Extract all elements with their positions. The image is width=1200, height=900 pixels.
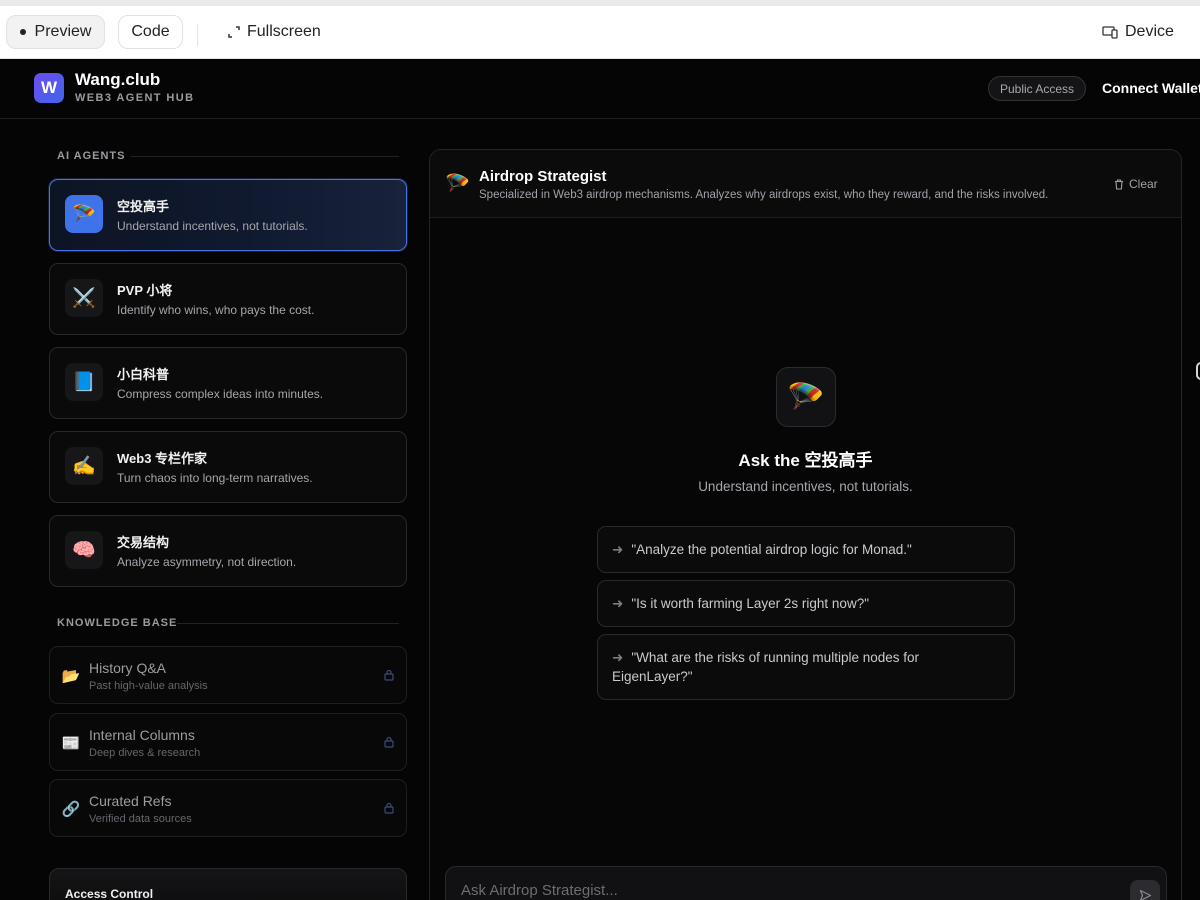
newspaper-icon: 📰 (61, 735, 81, 752)
connect-wallet-button[interactable]: Connect Wallet (1102, 80, 1200, 96)
clear-button[interactable]: Clear (1114, 177, 1158, 191)
kb-section-label: KNOWLEDGE BASE (57, 617, 178, 629)
agent-card-columnist[interactable]: ✍️ Web3 专栏作家 Turn chaos into long-term n… (49, 431, 407, 503)
agent-desc: Analyze asymmetry, not direction. (117, 555, 297, 569)
send-button[interactable] (1130, 880, 1160, 900)
toolbar-divider (197, 24, 198, 46)
scroll-indicator (1196, 362, 1200, 380)
parachute-icon: 🪂 (776, 367, 836, 427)
access-control-card: Access Control (49, 868, 407, 900)
preview-toolbar: Preview Code Fullscreen Device (0, 0, 1200, 59)
kb-section-divider (177, 623, 399, 624)
arrow-right-icon: ➜ (612, 650, 624, 665)
agent-desc: Compress complex ideas into minutes. (117, 387, 324, 401)
device-label: Device (1125, 23, 1174, 40)
suggestion-prompt[interactable]: ➜ "Analyze the potential airdrop logic fo… (597, 526, 1015, 573)
agent-desc: Identify who wins, who pays the cost. (117, 303, 315, 317)
kb-item-desc: Past high-value analysis (89, 680, 208, 692)
agent-desc: Turn chaos into long-term narratives. (117, 471, 313, 485)
parachute-icon: 🪂 (65, 195, 103, 233)
expand-icon (228, 26, 240, 38)
agent-name: PVP 小将 (117, 283, 173, 298)
chat-panel: 🪂 Airdrop Strategist Specialized in Web3… (429, 149, 1182, 900)
kb-item-columns[interactable]: 📰 Internal Columns Deep dives & research (49, 713, 407, 771)
chat-header: 🪂 Airdrop Strategist Specialized in Web3… (430, 150, 1181, 218)
app-header: W Wang.club WEB3 AGENT HUB Public Access… (0, 59, 1200, 119)
logo[interactable]: W (34, 73, 64, 103)
book-icon: 📘 (65, 363, 103, 401)
send-icon (1139, 889, 1151, 900)
agent-card-airdrop[interactable]: 🪂 空投高手 Understand incentives, not tutori… (49, 179, 407, 251)
agent-name: 小白科普 (117, 367, 170, 382)
active-dot-icon (19, 29, 26, 35)
parachute-icon: 🪂 (445, 173, 470, 195)
agent-name: Web3 专栏作家 (117, 451, 208, 466)
hero-subtitle: Understand incentives, not tutorials. (698, 479, 913, 494)
kb-item-desc: Verified data sources (89, 813, 192, 825)
kb-item-name: History Q&A (89, 660, 167, 676)
folder-icon: 📂 (61, 668, 81, 685)
kb-item-name: Internal Columns (89, 727, 195, 743)
public-access-badge: Public Access (988, 76, 1086, 101)
preview-tab-label: Preview (34, 23, 92, 40)
link-icon: 🔗 (61, 801, 81, 818)
suggestion-text: "Analyze the potential airdrop logic for… (631, 542, 912, 557)
arrow-right-icon: ➜ (612, 542, 624, 557)
chat-subtitle: Specialized in Web3 airdrop mechanisms. … (479, 189, 1049, 201)
suggestion-prompt[interactable]: ➜ "Is it worth farming Layer 2s right now… (597, 580, 1015, 627)
clear-label: Clear (1129, 177, 1158, 191)
agent-name: 空投高手 (117, 199, 170, 214)
brand-subtitle: WEB3 AGENT HUB (75, 92, 195, 104)
suggestion-text: "Is it worth farming Layer 2s right now?… (631, 596, 869, 611)
fullscreen-label: Fullscreen (247, 23, 321, 40)
agents-section-divider (130, 156, 399, 157)
brain-icon: 🧠 (65, 531, 103, 569)
code-tab-label: Code (131, 23, 170, 40)
arrow-right-icon: ➜ (612, 596, 624, 611)
lock-icon (384, 736, 394, 748)
device-icon (1102, 26, 1118, 39)
lock-icon (384, 669, 394, 681)
agent-card-pvp[interactable]: ⚔️ PVP 小将 Identify who wins, who pays th… (49, 263, 407, 335)
device-button[interactable]: Device (1102, 15, 1174, 49)
kb-item-refs[interactable]: 🔗 Curated Refs Verified data sources (49, 779, 407, 837)
preview-tab[interactable]: Preview (6, 15, 105, 49)
app-root: W Wang.club WEB3 AGENT HUB Public Access… (0, 59, 1200, 900)
brand-title: Wang.club (75, 70, 161, 89)
agent-desc: Understand incentives, not tutorials. (117, 219, 308, 233)
writing-hand-icon: ✍️ (65, 447, 103, 485)
agent-card-beginner[interactable]: 📘 小白科普 Compress complex ideas into minut… (49, 347, 407, 419)
crossed-swords-icon: ⚔️ (65, 279, 103, 317)
trash-icon (1115, 178, 1123, 190)
agent-name: 交易结构 (117, 535, 170, 550)
kb-item-name: Curated Refs (89, 793, 172, 809)
code-tab[interactable]: Code (118, 15, 183, 49)
chat-input-box (445, 866, 1167, 900)
chat-input[interactable] (446, 867, 1166, 900)
chat-title: Airdrop Strategist (479, 168, 607, 185)
access-control-title: Access Control (65, 887, 154, 900)
suggestion-text: "What are the risks of running multiple … (612, 650, 919, 684)
hero-title: Ask the 空投高手 (738, 451, 873, 470)
lock-icon (384, 802, 394, 814)
kb-item-history[interactable]: 📂 History Q&A Past high-value analysis (49, 646, 407, 704)
kb-item-desc: Deep dives & research (89, 747, 201, 759)
suggestion-prompt[interactable]: ➜ "What are the risks of running multiple… (597, 634, 1015, 700)
agent-card-trading[interactable]: 🧠 交易结构 Analyze asymmetry, not direction. (49, 515, 407, 587)
fullscreen-button[interactable]: Fullscreen (227, 15, 321, 49)
agents-section-label: AI AGENTS (57, 150, 126, 162)
